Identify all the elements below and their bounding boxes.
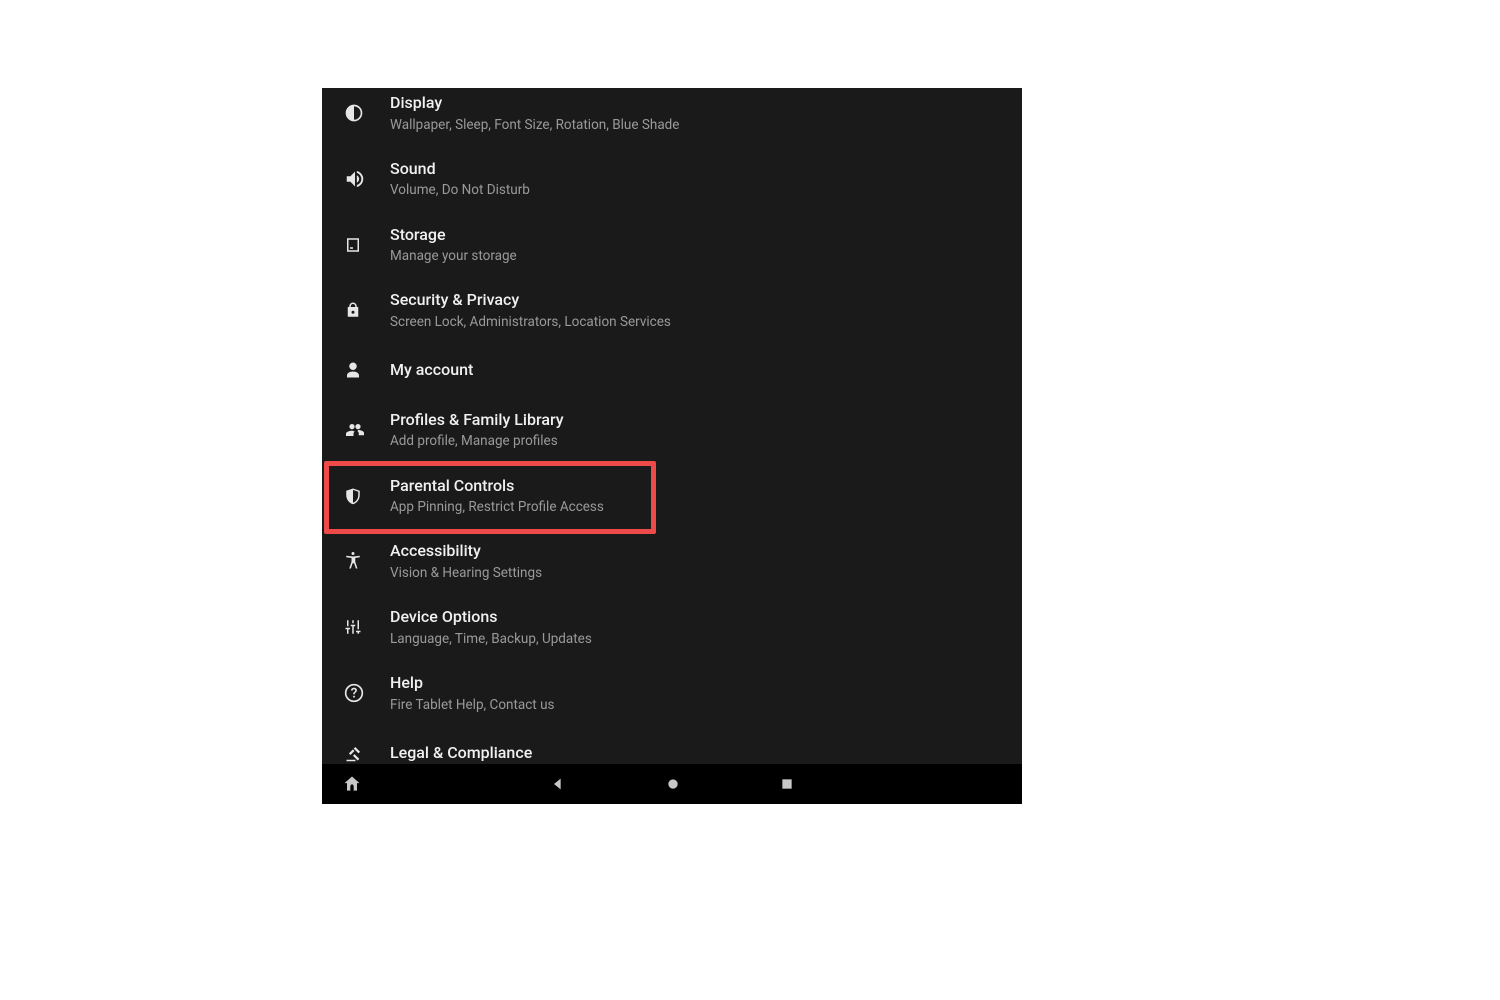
settings-item-parental-controls[interactable]: Parental Controls App Pinning, Restrict … [322,463,1022,529]
settings-item-device-options[interactable]: Device Options Language, Time, Backup, U… [322,594,1022,660]
settings-item-storage[interactable]: Storage Manage your storage [322,212,1022,278]
settings-item-subtitle: Fire Tablet Help, Contact us [390,696,554,714]
sliders-icon [344,618,390,636]
settings-item-subtitle: Wallpaper, Sleep, Font Size, Rotation, B… [390,116,679,134]
settings-item-title: Sound [390,158,530,180]
storage-icon [344,236,390,254]
gavel-icon [344,744,390,762]
settings-item-title: Legal & Compliance [390,742,532,764]
settings-item-subtitle: Screen Lock, Administrators, Location Se… [390,313,671,331]
settings-item-title: Parental Controls [390,475,604,497]
nav-back-button[interactable] [550,776,566,792]
settings-item-subtitle: Language, Time, Backup, Updates [390,630,592,648]
settings-item-subtitle: Add profile, Manage profiles [390,432,564,450]
settings-item-account[interactable]: My account [322,343,1022,397]
settings-item-display[interactable]: Display Wallpaper, Sleep, Font Size, Rot… [322,88,1022,146]
settings-item-subtitle: App Pinning, Restrict Profile Access [390,498,604,516]
profiles-icon [344,421,390,439]
settings-item-subtitle: Manage your storage [390,247,517,265]
settings-item-sound[interactable]: Sound Volume, Do Not Disturb [322,146,1022,212]
settings-item-accessibility[interactable]: Accessibility Vision & Hearing Settings [322,528,1022,594]
display-icon [344,103,390,123]
settings-item-title: Accessibility [390,540,542,562]
settings-item-title: My account [390,359,473,381]
settings-item-security[interactable]: Security & Privacy Screen Lock, Administ… [322,277,1022,343]
settings-item-help[interactable]: Help Fire Tablet Help, Contact us [322,660,1022,726]
nav-recent-button[interactable] [780,777,794,791]
nav-bar [322,764,1022,804]
sound-icon [344,168,390,190]
settings-item-title: Device Options [390,606,592,628]
settings-item-title: Display [390,92,679,114]
settings-item-legal[interactable]: Legal & Compliance [322,726,1022,764]
device-frame: Display Wallpaper, Sleep, Font Size, Rot… [322,88,1022,804]
settings-item-title: Storage [390,224,517,246]
settings-list: Display Wallpaper, Sleep, Font Size, Rot… [322,88,1022,764]
lock-icon [344,301,390,319]
nav-home-button[interactable] [666,777,680,791]
settings-item-profiles[interactable]: Profiles & Family Library Add profile, M… [322,397,1022,463]
settings-item-subtitle: Vision & Hearing Settings [390,564,542,582]
nav-home-alt-button[interactable] [322,764,382,804]
settings-item-title: Profiles & Family Library [390,409,564,431]
settings-item-title: Security & Privacy [390,289,671,311]
settings-item-title: Help [390,672,554,694]
shield-icon [344,486,390,506]
help-icon [344,683,390,703]
settings-item-subtitle: Volume, Do Not Disturb [390,181,530,199]
account-icon [344,360,390,380]
accessibility-icon [344,551,390,571]
